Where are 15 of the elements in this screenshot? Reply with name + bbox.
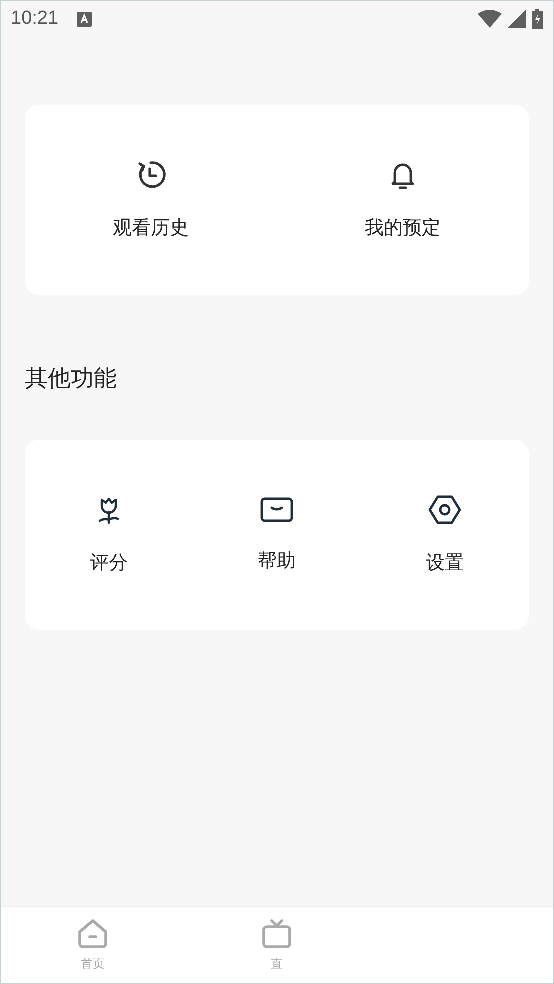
function-item[interactable]: 评分 [25, 494, 193, 576]
wifi-icon [478, 10, 502, 28]
settings-icon [428, 494, 462, 526]
function-item[interactable]: 帮助 [193, 496, 361, 574]
signal-icon [508, 10, 526, 28]
keyboard-notification-icon [76, 12, 92, 26]
section-title: 其他功能 [25, 365, 118, 394]
home-icon [76, 918, 110, 950]
tv-icon [260, 918, 294, 950]
status-time: 10:21 [11, 8, 59, 30]
battery-icon [532, 9, 543, 29]
message-icon [260, 496, 294, 524]
quick-action[interactable]: 观看历史 [25, 159, 277, 241]
quick-action[interactable]: 我的预定 [277, 159, 529, 241]
function-item[interactable]: 设置 [361, 494, 529, 576]
